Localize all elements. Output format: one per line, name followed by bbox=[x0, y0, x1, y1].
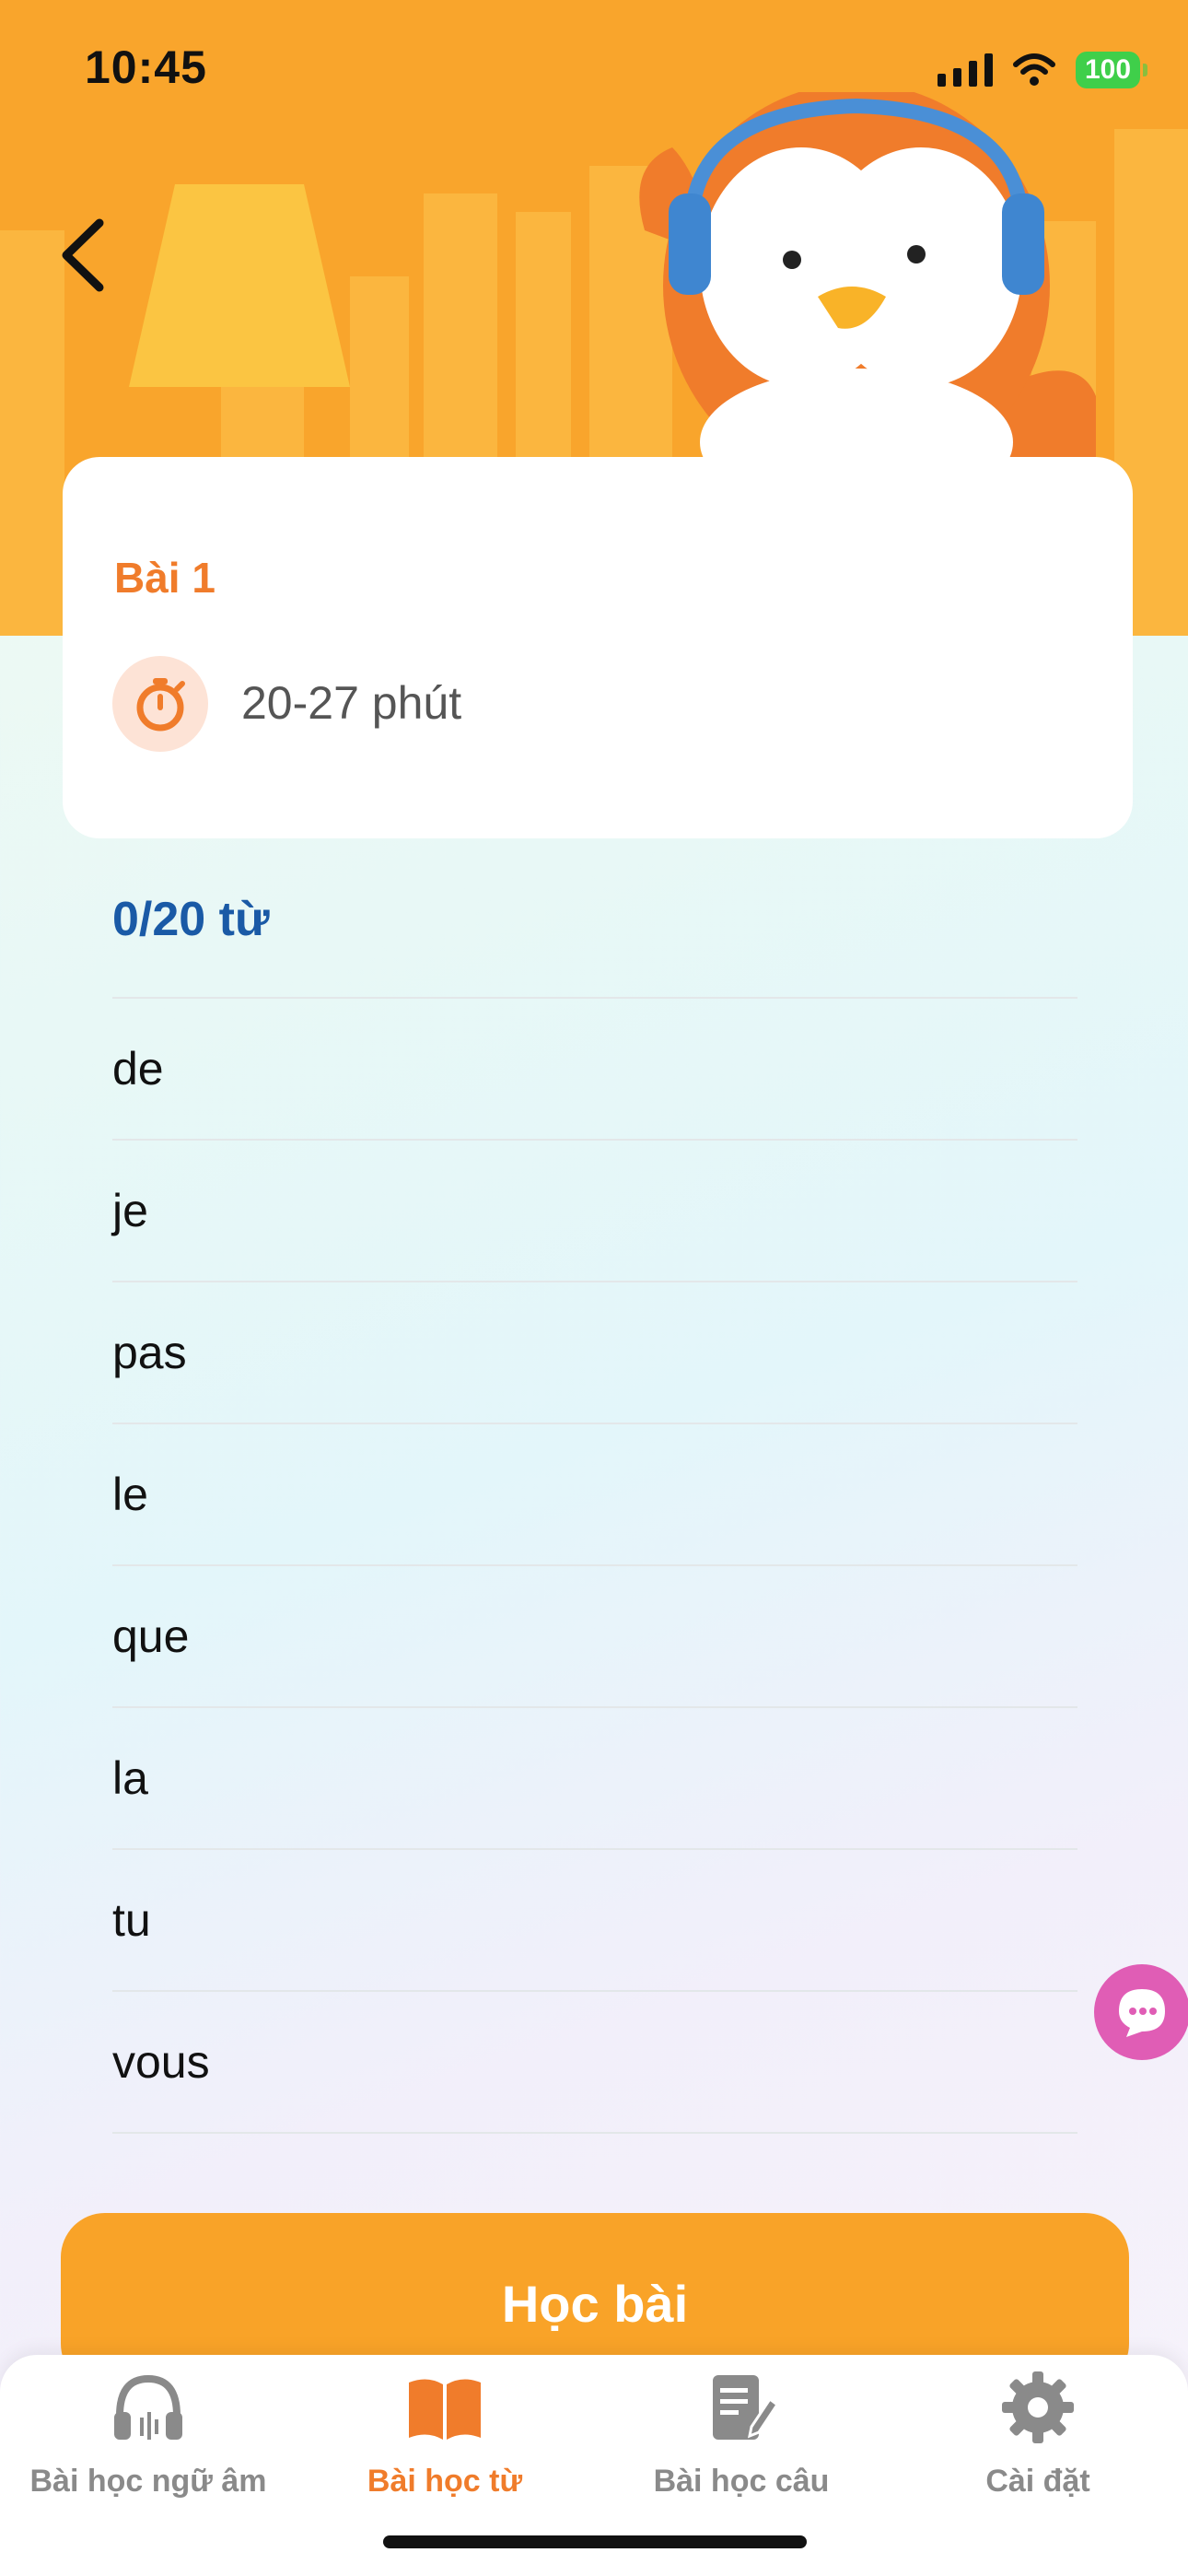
status-bar: 10:45 100 bbox=[0, 0, 1188, 147]
book-icon bbox=[409, 2379, 481, 2440]
lamp-illustration bbox=[129, 184, 350, 479]
wifi-icon bbox=[1013, 53, 1055, 86]
tab-label: Bài học ngữ âm bbox=[29, 2464, 267, 2499]
tab-label: Cài đặt bbox=[985, 2464, 1090, 2499]
tab-label: Bài học từ bbox=[367, 2464, 523, 2499]
back-button[interactable] bbox=[55, 214, 111, 297]
chat-bubble-icon bbox=[1119, 1989, 1165, 2037]
home-indicator bbox=[383, 2535, 807, 2548]
word-item[interactable]: de bbox=[112, 997, 1077, 1139]
word-item[interactable]: tu bbox=[112, 1848, 1077, 1990]
tab-sentences[interactable]: Bài học câu bbox=[593, 2355, 890, 2539]
cellular-signal-icon bbox=[938, 53, 993, 87]
tab-phonetics[interactable]: Bài học ngữ âm bbox=[0, 2355, 297, 2539]
word-item[interactable]: pas bbox=[112, 1281, 1077, 1423]
chevron-left-icon bbox=[62, 218, 104, 292]
headphones-icon bbox=[114, 2374, 182, 2440]
word-list: de je pas le que la tu vous bbox=[112, 997, 1077, 2134]
penguin-mascot bbox=[639, 92, 1096, 461]
tab-settings[interactable]: Cài đặt bbox=[890, 2355, 1186, 2539]
tab-words[interactable]: Bài học từ bbox=[297, 2355, 593, 2539]
word-item[interactable]: je bbox=[112, 1139, 1077, 1281]
edit-document-icon bbox=[713, 2375, 780, 2440]
word-item[interactable]: la bbox=[112, 1706, 1077, 1848]
word-item[interactable]: que bbox=[112, 1564, 1077, 1706]
status-time: 10:45 bbox=[85, 41, 207, 93]
lesson-duration: 20-27 phút bbox=[241, 677, 462, 729]
lesson-title: Bài 1 bbox=[114, 554, 215, 602]
word-item[interactable]: vous bbox=[112, 1990, 1077, 2134]
stopwatch-icon bbox=[112, 656, 208, 752]
word-progress: 0/20 từ bbox=[112, 893, 270, 946]
lesson-card: Bài 1 20-27 phút bbox=[63, 457, 1133, 838]
word-item[interactable]: le bbox=[112, 1423, 1077, 1564]
tab-label: Bài học câu bbox=[653, 2464, 830, 2499]
gear-icon bbox=[1002, 2371, 1074, 2443]
battery-indicator: 100 bbox=[1076, 52, 1147, 88]
chat-assistant-button[interactable] bbox=[1094, 1964, 1188, 2060]
